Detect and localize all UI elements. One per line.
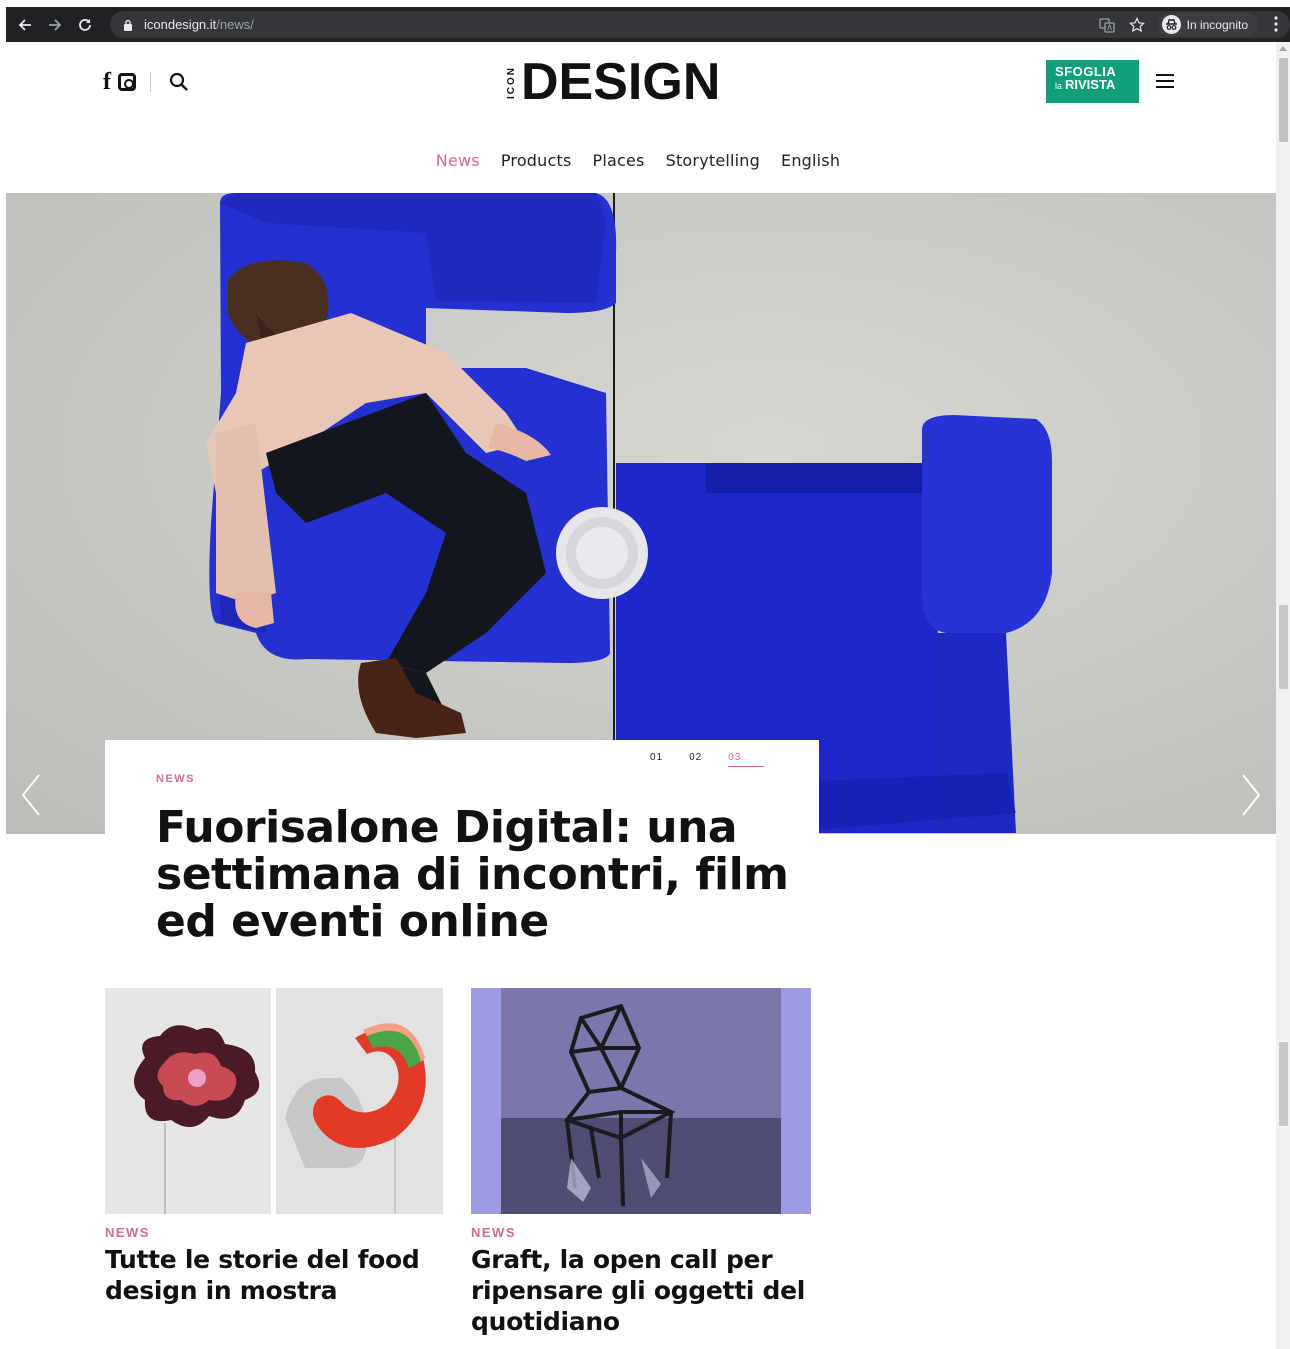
star-icon[interactable] (1128, 16, 1146, 34)
hero-title[interactable]: Fuorisalone Digital: una settimana di in… (156, 804, 796, 945)
back-arrow-icon[interactable] (10, 10, 40, 40)
hero-image[interactable] (6, 193, 1276, 834)
cta-line2-main: RIVISTA (1065, 77, 1116, 92)
logo-icon-text: ICON (506, 66, 518, 99)
article-card[interactable]: NEWS Graft, la open call per ripensare g… (471, 988, 811, 1337)
lock-icon (124, 19, 132, 31)
reload-icon[interactable] (70, 10, 100, 40)
slide-pager: 01 02 03 (650, 752, 765, 767)
facebook-icon[interactable]: f (103, 70, 111, 94)
browser-toolbar: icondesign.it/news/ In incognito (6, 7, 1290, 42)
article-card[interactable]: NEWS Tutte le storie del food design in … (105, 988, 443, 1306)
hero-caption-card: 01 02 03 NEWS Fuorisalone Digital: una s… (105, 740, 819, 950)
nav-item-english[interactable]: English (781, 151, 840, 170)
page-scrollbar[interactable] (1276, 42, 1290, 1349)
search-icon[interactable] (169, 72, 189, 92)
logo-small-letters: ICON (506, 65, 517, 99)
article-title[interactable]: Graft, la open call per ripensare gli og… (471, 1244, 811, 1337)
cta-line2: la RIVISTA (1055, 78, 1139, 93)
kebab-menu-icon[interactable] (1274, 15, 1278, 33)
nav-item-products[interactable]: Products (501, 151, 572, 170)
forward-arrow-icon[interactable] (40, 10, 70, 40)
translate-icon[interactable] (1098, 16, 1116, 34)
main-navigation: News Products Places Storytelling Englis… (0, 151, 1276, 170)
scroll-up-arrow-icon[interactable] (1279, 46, 1287, 51)
slide-pager-item-active[interactable]: 03 (728, 752, 765, 767)
nav-item-news[interactable]: News (436, 151, 480, 170)
hero-category[interactable]: NEWS (156, 773, 195, 785)
nav-item-storytelling[interactable]: Storytelling (666, 151, 760, 170)
instagram-icon[interactable] (118, 73, 136, 91)
slide-pager-item[interactable]: 01 (650, 752, 663, 767)
url-path: /news/ (216, 17, 254, 32)
scroll-marker (1279, 605, 1288, 689)
article-category[interactable]: NEWS (105, 1225, 443, 1240)
header-divider (150, 72, 151, 92)
article-category[interactable]: NEWS (471, 1225, 811, 1240)
sfoglia-rivista-button[interactable]: SFOGLIA la RIVISTA (1046, 60, 1139, 103)
slide-pager-item[interactable]: 02 (689, 752, 702, 767)
article-thumbnail[interactable] (105, 988, 443, 1214)
incognito-profile-button[interactable]: In incognito (1157, 13, 1258, 36)
incognito-label: In incognito (1186, 17, 1248, 32)
article-thumbnail[interactable] (471, 988, 811, 1214)
hero-prev-arrow-icon[interactable] (21, 773, 41, 817)
address-bar[interactable]: icondesign.it/news/ In incognito (110, 11, 1290, 38)
scroll-thumb[interactable] (1279, 58, 1288, 142)
article-title[interactable]: Tutte le storie del food design in mostr… (105, 1244, 443, 1306)
url-host: icondesign.it (144, 17, 217, 32)
cta-line2-small: la (1055, 81, 1063, 91)
nav-item-places[interactable]: Places (593, 151, 645, 170)
social-links: f (103, 70, 189, 94)
hero-next-arrow-icon[interactable] (1241, 773, 1261, 817)
site-logo[interactable]: ICON DESIGN (506, 56, 720, 108)
hamburger-menu-icon[interactable] (1156, 74, 1174, 88)
logo-wordmark: DESIGN (521, 53, 721, 111)
incognito-icon (1161, 15, 1181, 34)
scroll-marker (1279, 1042, 1288, 1126)
